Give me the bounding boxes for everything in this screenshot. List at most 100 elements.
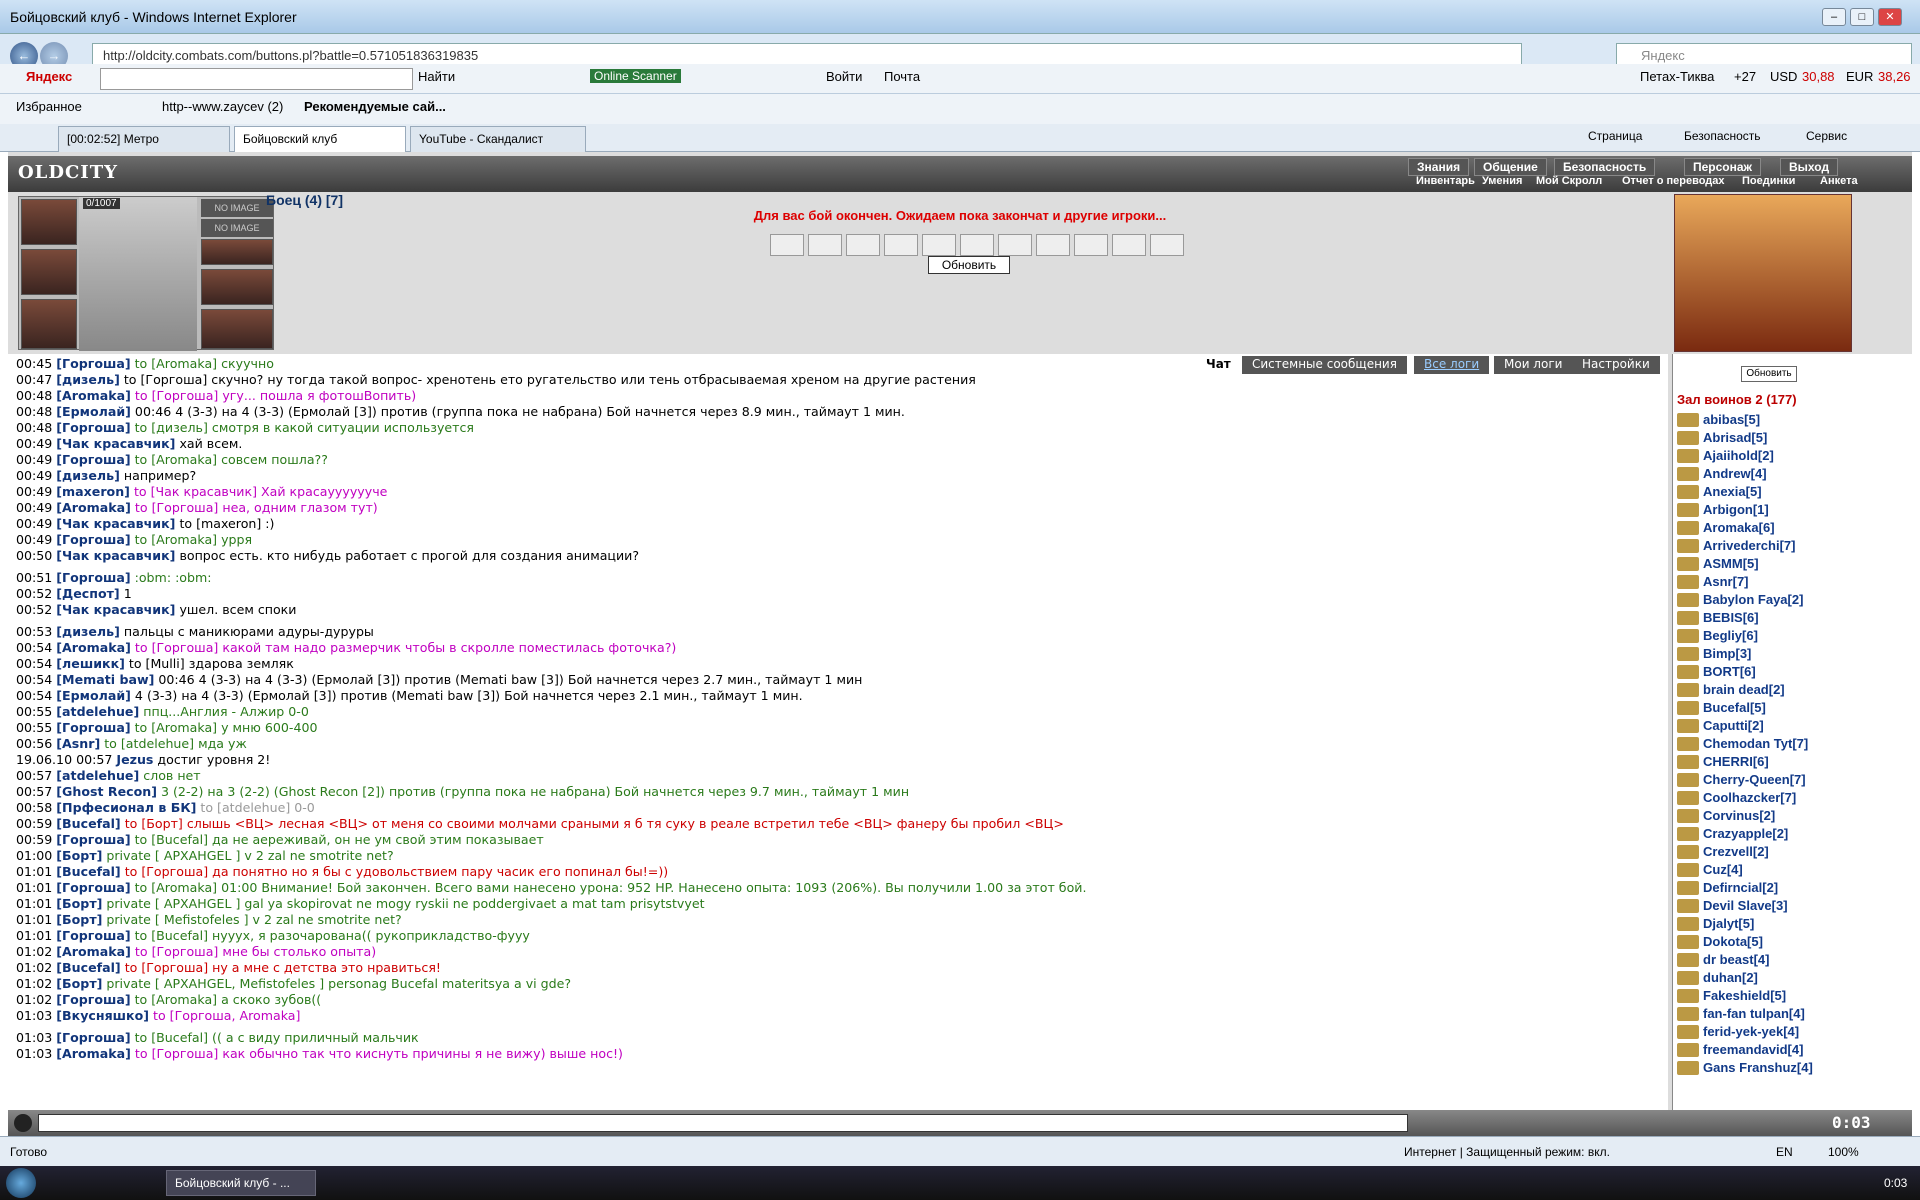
tab-settings[interactable]: Настройки xyxy=(1572,356,1660,374)
players-refresh-button[interactable]: Обновить xyxy=(1741,366,1797,382)
chat-nick[interactable]: [дизель] xyxy=(56,372,120,387)
chat-nick[interactable]: [Борт] xyxy=(56,912,102,927)
chat-nick[interactable]: [atdelehue] xyxy=(56,768,139,783)
player-status-icon[interactable] xyxy=(1677,899,1699,913)
scroll-slot[interactable] xyxy=(770,234,804,256)
chat-nick[interactable]: [Чак красавчик] xyxy=(56,516,175,531)
player-item[interactable]: fan-fan tulpan[4] xyxy=(1703,1006,1805,1021)
menu-profile[interactable]: Анкета xyxy=(1820,175,1858,187)
player-item[interactable]: CHERRI[6] xyxy=(1703,754,1769,769)
chat-nick[interactable]: [Bucefal] xyxy=(56,816,120,831)
refresh-battle-button[interactable]: Обновить xyxy=(928,256,1010,274)
player-item[interactable]: Cuz[4] xyxy=(1703,862,1743,877)
chat-nick[interactable]: [atdelehue] xyxy=(56,704,139,719)
player-item[interactable]: Asnr[7] xyxy=(1703,574,1749,589)
chat-nick[interactable]: [Борт] xyxy=(56,848,102,863)
player-item[interactable]: Corvinus[2] xyxy=(1703,808,1775,823)
scroll-slot[interactable] xyxy=(998,234,1032,256)
chat-nick[interactable]: [Aromaka] xyxy=(56,640,131,655)
chat-nick[interactable]: Jezus xyxy=(116,752,153,767)
menu-transfers[interactable]: Отчет о переводах xyxy=(1622,175,1725,187)
scroll-slot[interactable] xyxy=(1036,234,1070,256)
player-status-icon[interactable] xyxy=(1677,881,1699,895)
player-item[interactable]: Cherry-Queen[7] xyxy=(1703,772,1806,787)
player-item[interactable]: freemandavid[4] xyxy=(1703,1042,1803,1057)
scroll-slot[interactable] xyxy=(884,234,918,256)
chat-nick[interactable]: [лешикк] xyxy=(56,656,125,671)
player-status-icon[interactable] xyxy=(1677,467,1699,481)
maximize-button[interactable]: □ xyxy=(1850,8,1874,26)
menu-security[interactable]: Безопасность xyxy=(1554,158,1656,176)
scroll-slot[interactable] xyxy=(922,234,956,256)
chat-nick[interactable]: [Aromaka] xyxy=(56,500,131,515)
player-status-icon[interactable] xyxy=(1677,791,1699,805)
player-status-icon[interactable] xyxy=(1677,575,1699,589)
player-item[interactable]: Djalyt[5] xyxy=(1703,916,1754,931)
login-button[interactable]: Войти xyxy=(826,69,862,84)
favorite-link-1[interactable]: http--www.zaycev (2) xyxy=(162,99,283,114)
chat-nick[interactable]: [Горгоша] xyxy=(56,720,130,735)
player-status-icon[interactable] xyxy=(1677,809,1699,823)
player-item[interactable]: Abrisad[5] xyxy=(1703,430,1767,445)
start-button[interactable] xyxy=(6,1168,36,1198)
scroll-slot[interactable] xyxy=(1074,234,1108,256)
close-button[interactable]: ✕ xyxy=(1878,8,1902,26)
player-item[interactable]: Caputti[2] xyxy=(1703,718,1764,733)
chat-nick[interactable]: [дизель] xyxy=(56,468,120,483)
chat-nick[interactable]: [Горгоша] xyxy=(56,452,130,467)
menu-character[interactable]: Персонаж xyxy=(1684,158,1762,176)
online-scanner-button[interactable]: Online Scanner xyxy=(590,69,681,83)
player-item[interactable]: Aromaka[6] xyxy=(1703,520,1775,535)
chat-nick[interactable]: [Asnr] xyxy=(56,736,100,751)
chat-nick[interactable]: [Ghost Recon] xyxy=(56,784,157,799)
chat-nick[interactable]: [Ермолай] xyxy=(56,688,131,703)
chat-nick[interactable]: [Вкусняшко] xyxy=(56,1008,149,1023)
ring-slot-3[interactable] xyxy=(201,239,273,265)
player-item[interactable]: ferid-yek-yek[4] xyxy=(1703,1024,1799,1039)
chat-nick[interactable]: [Горгоша] xyxy=(56,532,130,547)
chat-nick[interactable]: [Горгоша] xyxy=(56,880,130,895)
chat-nick[interactable]: [Горгоша] xyxy=(56,1030,130,1045)
player-status-icon[interactable] xyxy=(1677,1043,1699,1057)
player-status-icon[interactable] xyxy=(1677,719,1699,733)
chat-nick[interactable]: [Aromaka] xyxy=(56,944,131,959)
player-item[interactable]: Fakeshield[5] xyxy=(1703,988,1786,1003)
player-status-icon[interactable] xyxy=(1677,665,1699,679)
player-status-icon[interactable] xyxy=(1677,827,1699,841)
player-item[interactable]: Crazyapple[2] xyxy=(1703,826,1788,841)
player-status-icon[interactable] xyxy=(1677,449,1699,463)
player-status-icon[interactable] xyxy=(1677,629,1699,643)
tab-all-logs[interactable]: Все логи xyxy=(1414,356,1490,374)
chat-nick[interactable]: [Чак красавчик] xyxy=(56,548,175,563)
player-item[interactable]: Bucefal[5] xyxy=(1703,700,1766,715)
menu-skills[interactable]: Умения xyxy=(1482,175,1522,187)
player-status-icon[interactable] xyxy=(1677,1061,1699,1075)
mail-button[interactable]: Почта xyxy=(884,69,920,84)
player-status-icon[interactable] xyxy=(1677,413,1699,427)
chat-nick[interactable]: [дизель] xyxy=(56,624,120,639)
player-status-icon[interactable] xyxy=(1677,845,1699,859)
chat-nick[interactable]: [Горгоша] xyxy=(56,928,130,943)
chat-nick[interactable]: [maxeron] xyxy=(56,484,130,499)
player-status-icon[interactable] xyxy=(1677,773,1699,787)
chat-nick[interactable]: [Чак красавчик] xyxy=(56,602,175,617)
menu-communication[interactable]: Общение xyxy=(1474,158,1547,176)
yandex-search-input[interactable] xyxy=(100,68,413,90)
player-item[interactable]: Devil Slave[3] xyxy=(1703,898,1788,913)
tab-metro[interactable]: [00:02:52] Метро xyxy=(58,126,230,152)
player-status-icon[interactable] xyxy=(1677,593,1699,607)
chat-nick[interactable]: [Борт] xyxy=(56,976,102,991)
player-status-icon[interactable] xyxy=(1677,539,1699,553)
player-status-icon[interactable] xyxy=(1677,935,1699,949)
player-status-icon[interactable] xyxy=(1677,971,1699,985)
player-status-icon[interactable] xyxy=(1677,1025,1699,1039)
tab-my-logs[interactable]: Мои логи xyxy=(1494,356,1573,374)
player-status-icon[interactable] xyxy=(1677,737,1699,751)
player-item[interactable]: Chemodan Tyt[7] xyxy=(1703,736,1808,751)
safety-menu[interactable]: Безопасность xyxy=(1684,129,1761,143)
chat-nick[interactable]: [Memati baw] xyxy=(56,672,154,687)
scroll-slot[interactable] xyxy=(846,234,880,256)
player-item[interactable]: Arrivederchi[7] xyxy=(1703,538,1795,553)
player-item[interactable]: Babylon Faya[2] xyxy=(1703,592,1803,607)
chat-nick[interactable]: [Горгоша] xyxy=(56,420,130,435)
